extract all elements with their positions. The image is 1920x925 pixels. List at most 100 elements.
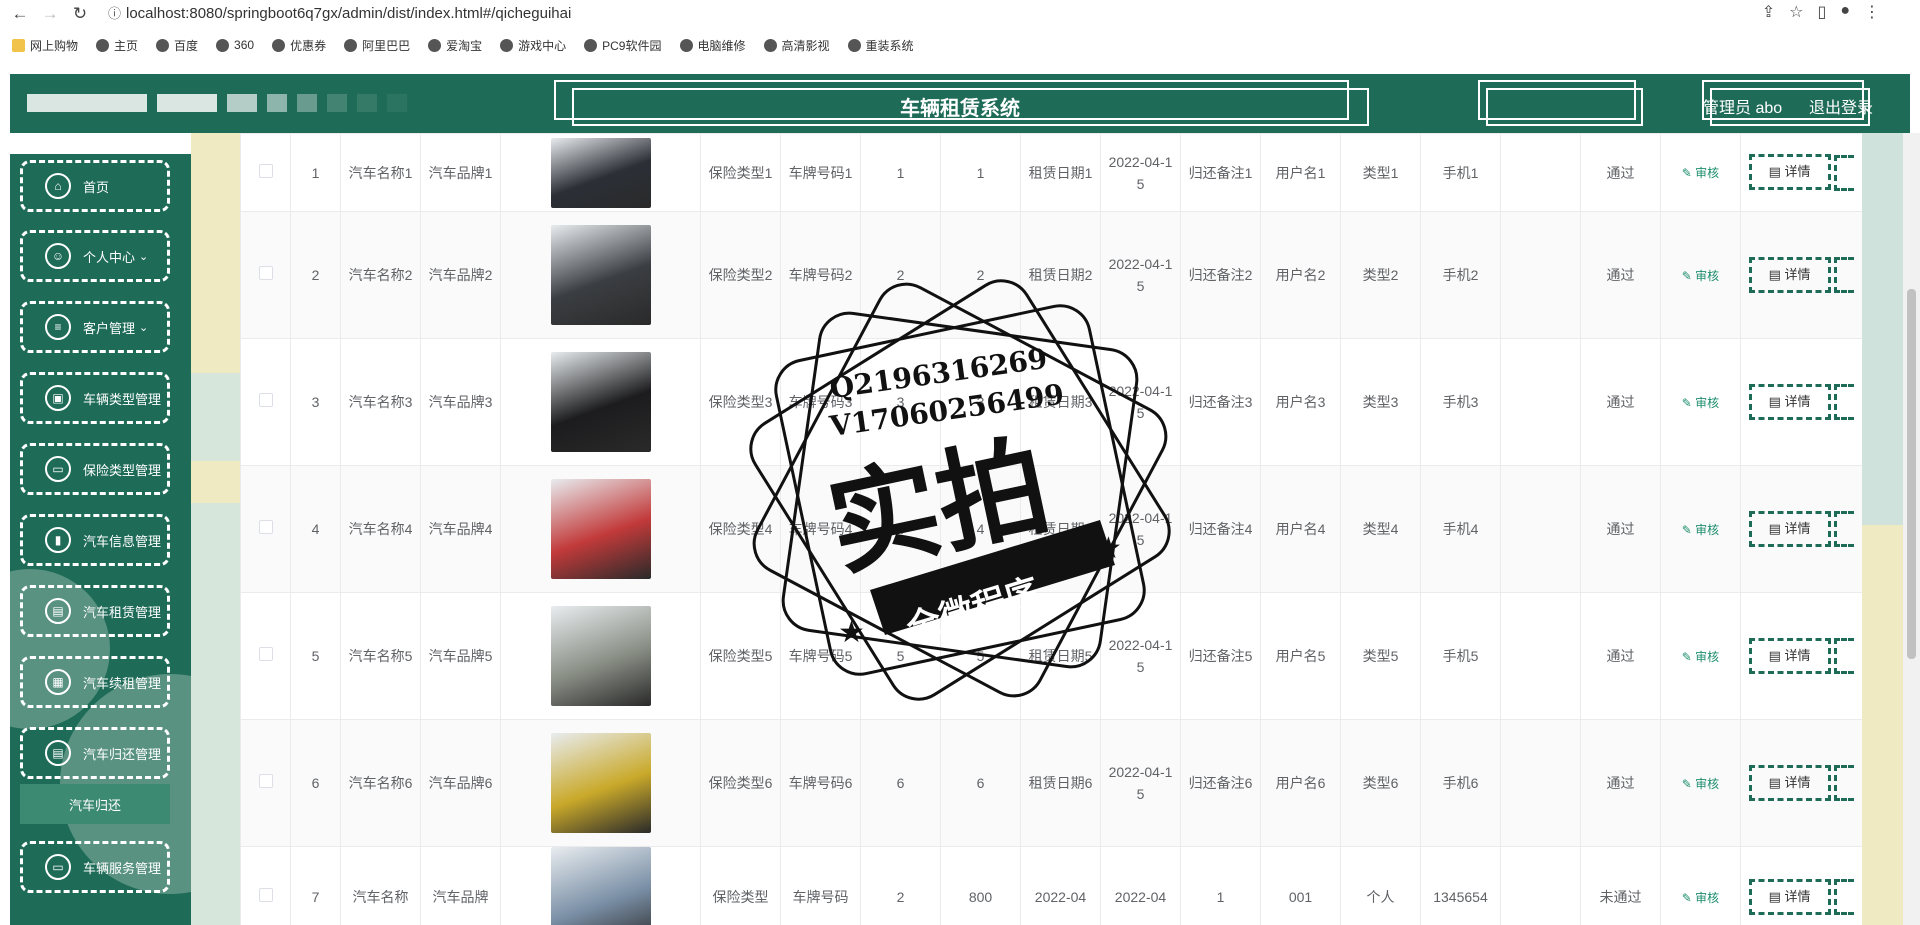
row-checkbox[interactable] — [258, 266, 273, 280]
audit-button[interactable]: ✎ 审核 — [1682, 777, 1719, 791]
checkbox-cell[interactable] — [240, 592, 291, 720]
bookmark-item[interactable]: 重装系统 — [847, 37, 914, 54]
bookmark-item[interactable]: 爱淘宝 — [428, 37, 482, 54]
audit-cell[interactable]: ✎ 审核 — [1660, 133, 1741, 212]
car-brand-cell: 汽车品牌4 — [420, 465, 501, 593]
sidebar-item[interactable]: ▣ 车辆类型管理 — [20, 372, 170, 424]
row-checkbox[interactable] — [258, 774, 273, 788]
actions-cell[interactable]: ▤ 详情 — [1740, 719, 1862, 847]
back-icon[interactable]: ← — [8, 3, 32, 25]
audit-button[interactable]: ✎ 审核 — [1682, 166, 1719, 180]
next-action-button[interactable] — [1834, 384, 1855, 421]
page-scrollbar[interactable] — [1903, 133, 1920, 925]
car-image — [550, 225, 651, 325]
audit-cell[interactable]: ✎ 审核 — [1660, 846, 1741, 925]
actions-cell[interactable]: ▤ 详情 — [1740, 846, 1862, 925]
actions-cell[interactable]: ▤ 详情 — [1740, 338, 1862, 466]
checkbox-cell[interactable] — [240, 846, 291, 925]
logout-link[interactable]: 退出登录 — [1809, 94, 1873, 118]
phone-cell: 手机1 — [1420, 133, 1501, 212]
checkbox-cell[interactable] — [240, 211, 291, 339]
detail-button[interactable]: ▤ 详情 — [1748, 510, 1831, 547]
audit-cell[interactable]: ✎ 审核 — [1660, 719, 1741, 847]
audit-button[interactable]: ✎ 审核 — [1682, 396, 1719, 410]
next-action-button[interactable] — [1834, 257, 1855, 294]
detail-button[interactable]: ▤ 详情 — [1748, 878, 1831, 915]
chevron-down-icon: ⌄ — [139, 250, 149, 263]
sidebar-item[interactable]: ▤ 汽车归还管理 — [20, 727, 170, 779]
bookmark-item[interactable]: 电脑维修 — [679, 37, 746, 54]
actions-cell[interactable]: ▤ 详情 — [1740, 465, 1862, 593]
next-action-button[interactable] — [1834, 765, 1855, 802]
audit-cell[interactable]: ✎ 审核 — [1660, 338, 1741, 466]
detail-button[interactable]: ▤ 详情 — [1748, 256, 1831, 293]
bookmark-item[interactable]: 360 — [216, 38, 254, 52]
bookmark-item[interactable]: 百度 — [156, 37, 198, 54]
sidebar-item[interactable]: ☺ 个人中心 ⌄ — [20, 230, 170, 282]
detail-button[interactable]: ▤ 详情 — [1748, 383, 1831, 420]
bookmark-item[interactable]: 优惠券 — [272, 37, 326, 54]
row-checkbox[interactable] — [258, 163, 273, 178]
sidebar-item[interactable]: ▮ 汽车信息管理 — [20, 514, 170, 566]
audit-button[interactable]: ✎ 审核 — [1682, 269, 1719, 283]
profile-icon[interactable]: ● — [1840, 2, 1850, 22]
detail-button[interactable]: ▤ 详情 — [1748, 637, 1831, 674]
audit-button[interactable]: ✎ 审核 — [1682, 523, 1719, 537]
row-checkbox[interactable] — [258, 888, 273, 902]
checkbox-cell[interactable] — [240, 719, 291, 847]
share-icon[interactable]: ⇪ — [1762, 2, 1775, 22]
audit-button[interactable]: ✎ 审核 — [1682, 650, 1719, 664]
bookmark-item[interactable]: 阿里巴巴 — [344, 37, 410, 54]
sidebar-item-label: 汽车信息管理 — [83, 533, 162, 549]
site-icon — [584, 38, 598, 52]
star-icon[interactable]: ☆ — [1789, 2, 1803, 22]
detail-button[interactable]: ▤ 详情 — [1748, 764, 1831, 801]
bookmark-item[interactable]: 网上购物 — [12, 37, 78, 54]
forward-icon[interactable]: → — [38, 3, 62, 25]
sidebar-item[interactable]: ▭ 保险类型管理 — [20, 443, 170, 495]
sidebar-item[interactable]: ▤ 汽车租赁管理 — [20, 585, 170, 637]
bookmark-item[interactable]: 主页 — [96, 37, 138, 54]
username-cell: 用户名1 — [1260, 133, 1341, 212]
checkbox-cell[interactable] — [240, 465, 291, 593]
next-action-button[interactable] — [1834, 154, 1855, 191]
sidepanel-icon[interactable]: ▯ — [1818, 2, 1827, 22]
bookmark-item[interactable]: 游戏中心 — [500, 37, 566, 54]
type-cell: 类型2 — [1340, 211, 1421, 339]
bookmark-item[interactable]: 高清影视 — [763, 37, 830, 54]
car-image — [550, 479, 651, 579]
info-icon[interactable]: ⓘ — [108, 3, 126, 25]
sidebar-item[interactable]: ≡ 客户管理 ⌄ — [20, 301, 170, 353]
bookmark-label: 高清影视 — [781, 38, 830, 53]
sidebar-item-label: 首页 — [83, 179, 110, 195]
checkbox-cell[interactable] — [240, 338, 291, 466]
row-checkbox[interactable] — [258, 393, 273, 407]
audit-cell[interactable]: ✎ 审核 — [1660, 465, 1741, 593]
sidebar-item[interactable]: ▭ 车辆服务管理 — [20, 841, 170, 893]
submenu-car-return[interactable]: 汽车归还 — [20, 784, 170, 824]
actions-cell[interactable]: ▤ 详情 — [1740, 592, 1862, 720]
return-note-cell: 归还备注1 — [1180, 133, 1261, 212]
actions-cell[interactable]: ▤ 详情 — [1740, 133, 1862, 212]
index-cell: 7 — [290, 846, 341, 925]
car-image — [550, 606, 651, 706]
audit-button[interactable]: ✎ 审核 — [1682, 891, 1719, 905]
value-cell: 4 — [940, 465, 1021, 593]
sidebar-item[interactable]: ▦ 汽车续租管理 — [20, 656, 170, 708]
sidebar-item[interactable]: ⌂ 首页 — [20, 160, 170, 212]
row-checkbox[interactable] — [258, 520, 273, 534]
next-action-button[interactable] — [1834, 879, 1855, 916]
row-checkbox[interactable] — [258, 647, 273, 661]
audit-cell[interactable]: ✎ 审核 — [1660, 592, 1741, 720]
next-action-button[interactable] — [1834, 511, 1855, 548]
actions-cell[interactable]: ▤ 详情 — [1740, 211, 1862, 339]
checkbox-cell[interactable] — [240, 133, 291, 212]
next-action-button[interactable] — [1834, 638, 1855, 675]
address-bar[interactable]: ⓘ localhost:8080/springboot6q7gx/admin/di… — [108, 3, 1708, 25]
bookmark-item[interactable]: PC9软件园 — [584, 37, 662, 54]
reload-icon[interactable]: ↻ — [68, 3, 92, 25]
scrollbar-thumb[interactable] — [1907, 289, 1916, 659]
menu-icon[interactable]: ⋮ — [1864, 2, 1880, 22]
detail-button[interactable]: ▤ 详情 — [1748, 154, 1831, 191]
audit-cell[interactable]: ✎ 审核 — [1660, 211, 1741, 339]
